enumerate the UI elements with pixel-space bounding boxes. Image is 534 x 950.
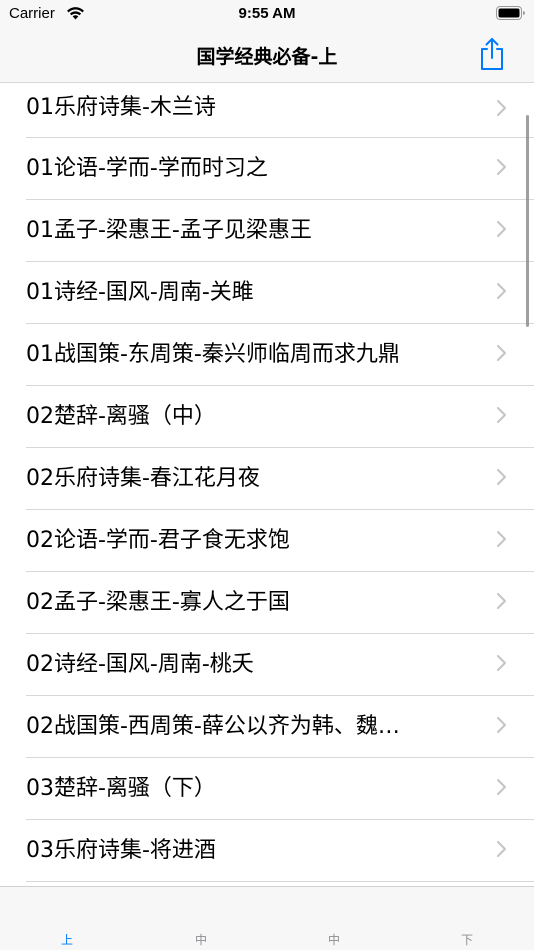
chevron-right-icon — [497, 221, 506, 237]
list-item[interactable]: 01孟子-梁惠王-孟子见梁惠王 — [0, 200, 534, 262]
chevron-right-icon — [497, 469, 506, 485]
list-item[interactable]: 01战国策-东周策-秦兴师临周而求九鼎 — [0, 324, 534, 386]
chevron-right-icon — [497, 841, 506, 857]
chevron-right-icon — [497, 531, 506, 547]
list-item-label: 02战国策-西周策-薛公以齐为韩、魏… — [26, 714, 400, 739]
tab-xia[interactable]: 下 — [452, 931, 482, 948]
poem-list[interactable]: 01乐府诗集-木兰诗 01论语-学而-学而时习之 01孟子-梁惠王-孟子见梁惠王… — [0, 83, 534, 886]
tab-zhong-2[interactable]: 中 — [319, 931, 349, 948]
list-item-label: 02诗经-国风-周南-桃夭 — [26, 652, 254, 677]
list-item-label: 02楚辞-离骚（中） — [26, 404, 216, 429]
battery-icon — [496, 6, 525, 20]
list-item-label: 01乐府诗集-木兰诗 — [26, 95, 216, 120]
list-item[interactable]: 02孟子-梁惠王-寡人之于国 — [0, 572, 534, 634]
chevron-right-icon — [497, 407, 506, 423]
chevron-right-icon — [497, 593, 506, 609]
list-item[interactable]: 02乐府诗集-春江花月夜 — [0, 448, 534, 510]
list-item[interactable]: 03乐府诗集-将进酒 — [0, 820, 534, 882]
page-title: 国学经典必备-上 — [196, 46, 338, 68]
list-item[interactable]: 01诗经-国风-周南-关雎 — [0, 262, 534, 324]
chevron-right-icon — [497, 717, 506, 733]
share-button[interactable] — [477, 36, 507, 72]
list-item-label: 03乐府诗集-将进酒 — [26, 838, 216, 863]
list-item[interactable]: 02战国策-西周策-薛公以齐为韩、魏… — [0, 696, 534, 758]
list-item[interactable]: 03楚辞-离骚（下） — [0, 758, 534, 820]
chevron-right-icon — [497, 283, 506, 299]
chevron-right-icon — [497, 779, 506, 795]
tab-shang[interactable]: 上 — [52, 931, 82, 948]
status-bar: Carrier 9:55 AM — [0, 0, 534, 28]
list-item-label: 02乐府诗集-春江花月夜 — [26, 466, 260, 491]
chevron-right-icon — [497, 655, 506, 671]
scroll-indicator[interactable] — [526, 115, 529, 327]
tab-zhong-1[interactable]: 中 — [186, 931, 216, 948]
chevron-right-icon — [497, 345, 506, 361]
list-item[interactable]: 02诗经-国风-周南-桃夭 — [0, 634, 534, 696]
list-item[interactable]: 02论语-学而-君子食无求饱 — [0, 510, 534, 572]
list-item-label: 02孟子-梁惠王-寡人之于国 — [26, 590, 290, 615]
list-item-label: 01战国策-东周策-秦兴师临周而求九鼎 — [26, 342, 400, 367]
chevron-right-icon — [497, 159, 506, 175]
tab-bar: 上 中 中 下 — [0, 886, 534, 950]
list-item[interactable]: 01乐府诗集-木兰诗 — [0, 83, 534, 138]
list-item-label: 01孟子-梁惠王-孟子见梁惠王 — [26, 218, 312, 243]
navigation-bar: 国学经典必备-上 — [0, 28, 534, 83]
list-item[interactable]: 01论语-学而-学而时习之 — [0, 138, 534, 200]
list-item-label: 01论语-学而-学而时习之 — [26, 156, 268, 181]
share-icon — [481, 38, 503, 70]
list-item[interactable]: 02楚辞-离骚（中） — [0, 386, 534, 448]
list-item-label: 01诗经-国风-周南-关雎 — [26, 280, 254, 305]
list-item-label: 03楚辞-离骚（下） — [26, 776, 216, 801]
chevron-right-icon — [497, 100, 506, 116]
clock: 9:55 AM — [238, 5, 296, 22]
list-item-label: 02论语-学而-君子食无求饱 — [26, 528, 290, 553]
